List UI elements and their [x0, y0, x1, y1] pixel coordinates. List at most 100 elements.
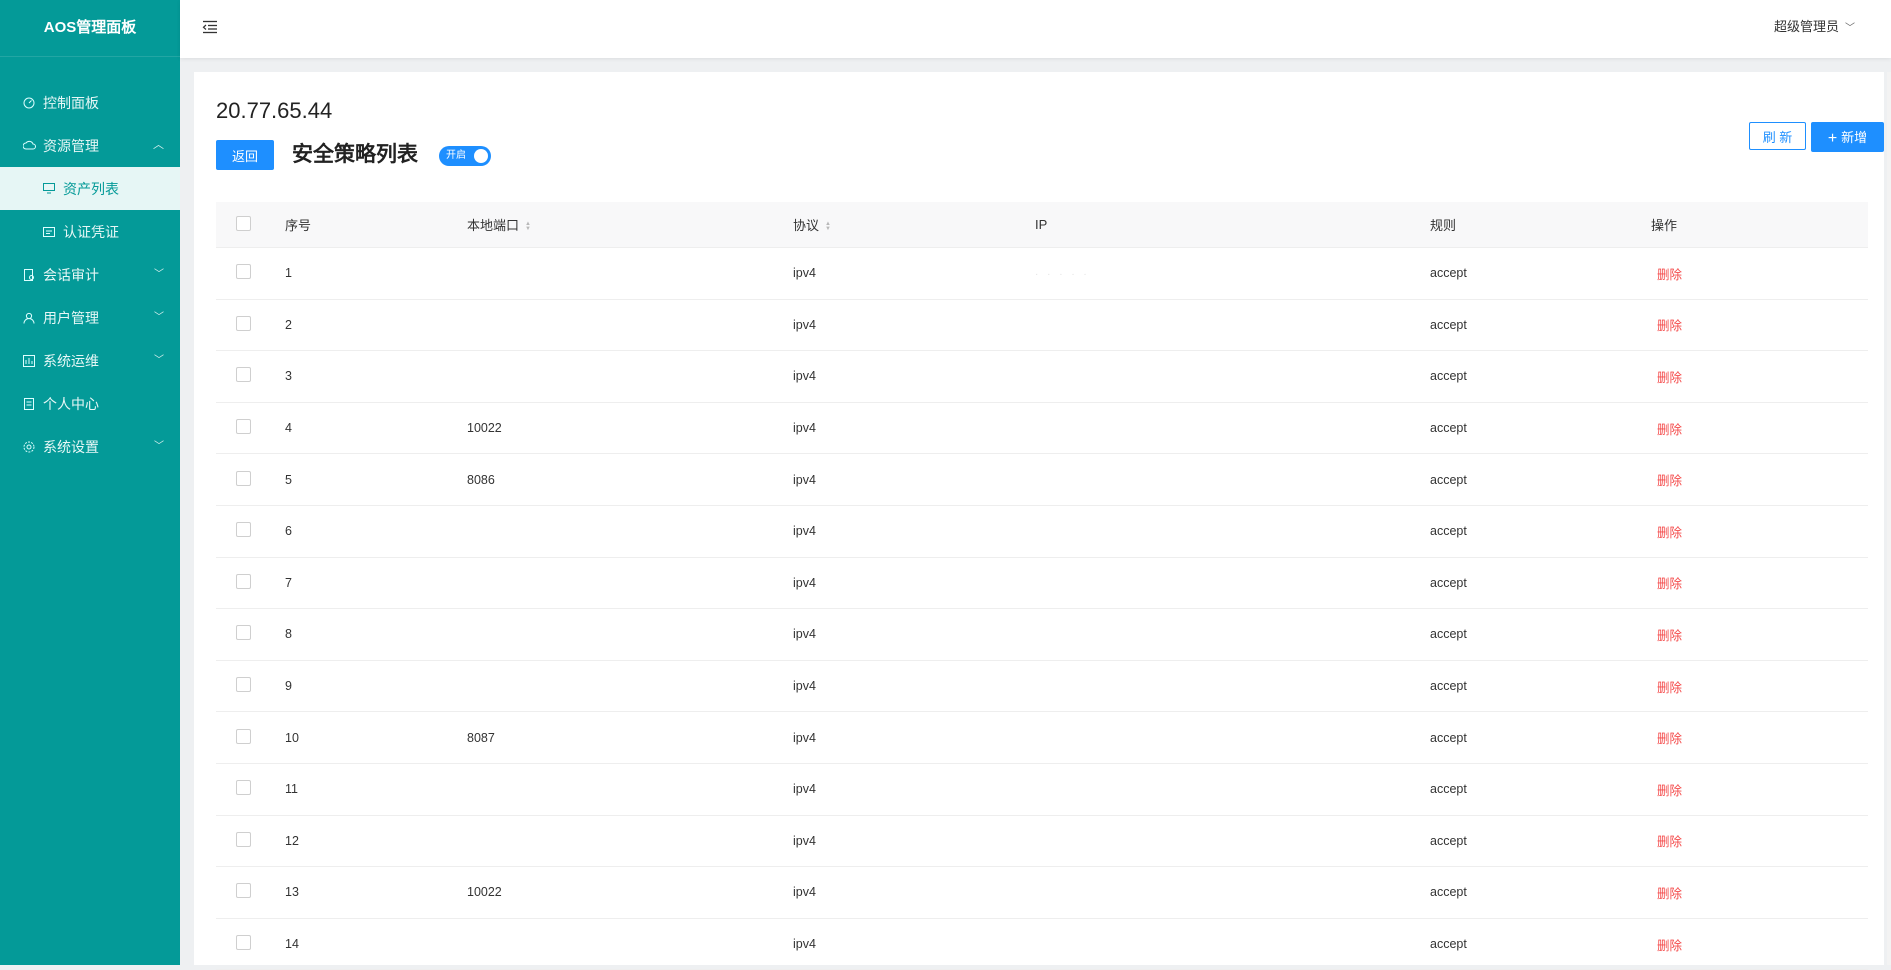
- menu-fold-icon[interactable]: [202, 19, 220, 37]
- cell-ip: · · · · ·: [1035, 266, 1430, 280]
- column-header-action: 操作: [1651, 218, 1678, 233]
- sidebar-item-label: 资产列表: [63, 180, 119, 197]
- sidebar-item-session-audit[interactable]: 会话审计 ﹀: [0, 253, 180, 296]
- main-card: 20.77.65.44 返回 安全策略列表 开启 刷 新 + 新增 序号 本地端口…: [194, 72, 1884, 970]
- table-row: 10 8087 ipv4 accept 删除: [216, 712, 1868, 764]
- table-row: 11 ipv4 accept 删除: [216, 764, 1868, 816]
- sort-icon[interactable]: ▲ ▼: [825, 221, 831, 232]
- delete-link[interactable]: 删除: [1657, 732, 1682, 746]
- column-header-rule: 规则: [1430, 218, 1457, 233]
- cell-rule: accept: [1430, 730, 1467, 745]
- profile-icon: [22, 397, 36, 411]
- column-header-ip: IP: [1035, 217, 1048, 232]
- audit-icon: [22, 268, 36, 282]
- sidebar-item-sys-settings[interactable]: 系统设置 ﹀: [0, 425, 180, 468]
- row-checkbox[interactable]: [236, 470, 251, 486]
- cell-rule: accept: [1430, 266, 1467, 281]
- delete-link[interactable]: 删除: [1657, 268, 1682, 282]
- select-all-checkbox[interactable]: [236, 215, 251, 231]
- row-checkbox[interactable]: [236, 677, 251, 693]
- delete-link[interactable]: 删除: [1657, 577, 1682, 591]
- cell-rule: accept: [1430, 937, 1467, 952]
- row-checkbox[interactable]: [236, 315, 251, 331]
- delete-link[interactable]: 删除: [1657, 629, 1682, 643]
- cell-rule: accept: [1430, 627, 1467, 642]
- app-title: AOS管理面板: [0, 0, 180, 57]
- sidebar-item-dashboard[interactable]: 控制面板: [0, 81, 180, 124]
- row-checkbox[interactable]: [236, 935, 251, 951]
- column-header-label: 本地端口: [467, 218, 520, 233]
- cell-rule: accept: [1430, 679, 1467, 694]
- delete-link[interactable]: 删除: [1657, 423, 1682, 437]
- cell-rule: accept: [1430, 421, 1467, 436]
- sidebar-item-label: 资源管理: [43, 137, 99, 154]
- sidebar-item-user-mgmt[interactable]: 用户管理 ﹀: [0, 296, 180, 339]
- row-checkbox[interactable]: [236, 883, 251, 899]
- row-checkbox[interactable]: [236, 728, 251, 744]
- row-checkbox[interactable]: [236, 522, 251, 538]
- policy-enable-switch[interactable]: 开启: [439, 146, 491, 166]
- delete-link[interactable]: 删除: [1657, 681, 1682, 695]
- column-header-port[interactable]: 本地端口 ▲ ▼: [467, 215, 793, 234]
- sidebar-item-sys-ops[interactable]: 系统运维 ﹀: [0, 339, 180, 382]
- cell-no: 8: [285, 627, 292, 642]
- delete-link[interactable]: 删除: [1657, 784, 1682, 798]
- cell-port: 8086: [467, 472, 495, 487]
- row-checkbox[interactable]: [236, 573, 251, 589]
- sidebar-item-label: 系统运维: [43, 352, 99, 369]
- cell-protocol: ipv4: [793, 369, 816, 384]
- sidebar-item-profile[interactable]: 个人中心: [0, 382, 180, 425]
- cell-no: 4: [285, 421, 292, 436]
- delete-link[interactable]: 删除: [1657, 526, 1682, 540]
- delete-link[interactable]: 删除: [1657, 835, 1682, 849]
- chevron-down-icon: ﹀: [154, 312, 164, 323]
- sidebar-item-credentials[interactable]: 认证凭证: [0, 210, 180, 253]
- sidebar-item-resource[interactable]: 资源管理 ︿: [0, 124, 180, 167]
- column-header-protocol[interactable]: 协议 ▲ ▼: [793, 215, 1035, 234]
- delete-link[interactable]: 删除: [1657, 887, 1682, 901]
- switch-label: 开启: [446, 150, 466, 161]
- delete-link[interactable]: 删除: [1657, 371, 1682, 385]
- policy-table: 序号 本地端口 ▲ ▼ 协议 ▲ ▼ IP 规则 操作 1 ipv4 · · · · · ac…: [216, 202, 1868, 970]
- dashboard-icon: [22, 96, 36, 110]
- row-checkbox[interactable]: [236, 367, 251, 383]
- table-row: 14 ipv4 accept 删除: [216, 919, 1868, 970]
- sort-icon[interactable]: ▲ ▼: [525, 221, 531, 232]
- table-row: 5 8086 ipv4 accept 删除: [216, 454, 1868, 506]
- cell-protocol: ipv4: [793, 627, 816, 642]
- table-row: 12 ipv4 accept 删除: [216, 816, 1868, 868]
- scrollbar[interactable]: [1887, 72, 1891, 965]
- cell-protocol: ipv4: [793, 575, 816, 590]
- cell-protocol: ipv4: [793, 266, 816, 281]
- cell-rule: accept: [1430, 575, 1467, 590]
- settings-icon: [22, 440, 36, 454]
- cell-rule: accept: [1430, 369, 1467, 384]
- top-header: 超级管理员 ﹀: [180, 0, 1891, 58]
- page-title: 安全策略列表: [292, 143, 418, 166]
- row-checkbox[interactable]: [236, 419, 251, 435]
- delete-link[interactable]: 删除: [1657, 474, 1682, 488]
- row-checkbox[interactable]: [236, 264, 251, 280]
- user-name: 超级管理员: [1773, 19, 1839, 34]
- cell-protocol: ipv4: [793, 833, 816, 848]
- ip-masked: · · · · ·: [1035, 269, 1090, 281]
- chevron-down-icon: ﹀: [1845, 23, 1855, 34]
- row-checkbox[interactable]: [236, 831, 251, 847]
- cell-protocol: ipv4: [793, 472, 816, 487]
- sidebar-item-label: 控制面板: [43, 94, 99, 111]
- user-menu[interactable]: 超级管理员 ﹀: [1774, 0, 1855, 56]
- table-row: 3 ipv4 accept 删除: [216, 351, 1868, 403]
- chevron-down-icon: ﹀: [154, 355, 164, 366]
- sidebar-item-asset-list[interactable]: 资产列表: [0, 167, 180, 210]
- row-checkbox[interactable]: [236, 625, 251, 641]
- user-icon: [22, 311, 36, 325]
- cell-no: 1: [285, 266, 292, 281]
- cell-rule: accept: [1430, 833, 1467, 848]
- delete-link[interactable]: 删除: [1657, 319, 1682, 333]
- cell-rule: accept: [1430, 317, 1467, 332]
- refresh-button[interactable]: 刷 新: [1749, 122, 1806, 150]
- delete-link[interactable]: 删除: [1657, 939, 1682, 953]
- add-button[interactable]: + 新增: [1811, 122, 1884, 152]
- row-checkbox[interactable]: [236, 780, 251, 796]
- back-button[interactable]: 返回: [216, 140, 274, 170]
